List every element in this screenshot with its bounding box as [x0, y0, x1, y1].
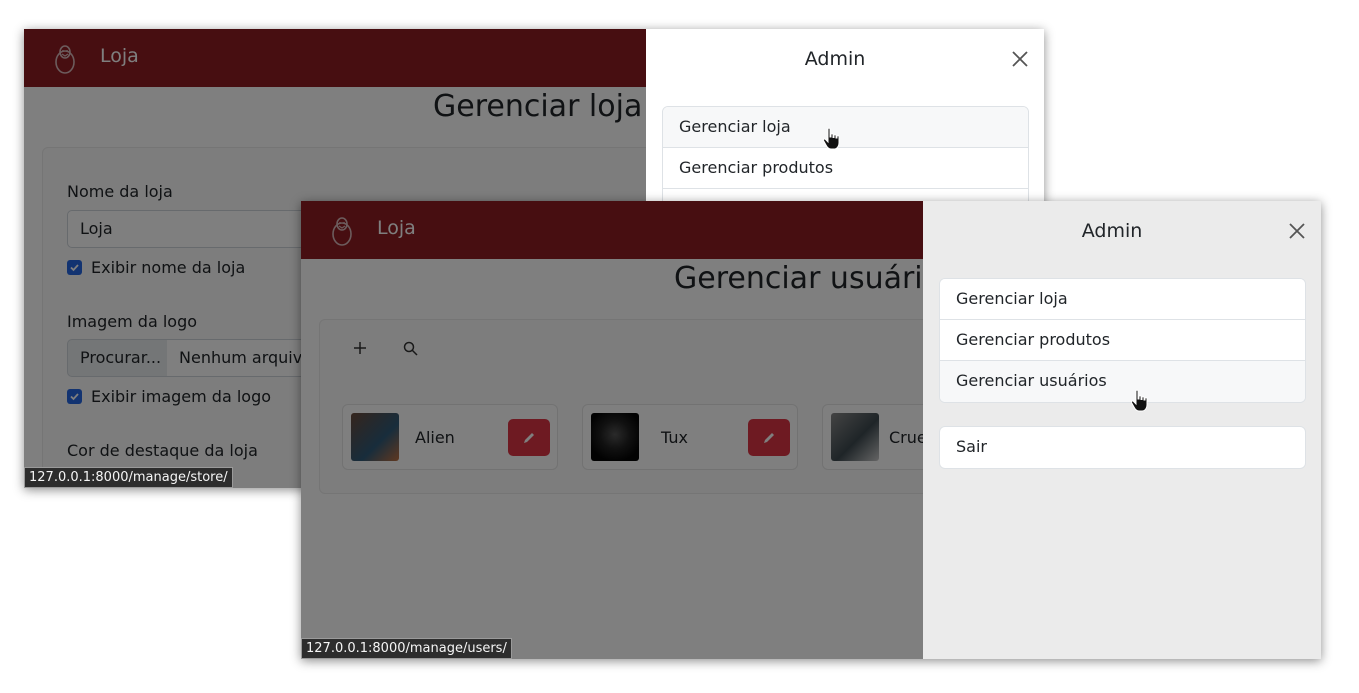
offcanvas-title: Admin — [1081, 220, 1143, 242]
menu-item-manage-products[interactable]: Gerenciar produtos — [940, 320, 1305, 361]
logout-menu: Sair — [939, 426, 1306, 469]
menu-item-manage-products[interactable]: Gerenciar produtos — [663, 148, 1028, 189]
menu-item-manage-store[interactable]: Gerenciar loja — [940, 279, 1305, 320]
status-url: 127.0.0.1:8000/manage/users/ — [301, 638, 512, 659]
users-window: Loja Gerenciar usuário Alien Tux Crue — [301, 201, 1321, 659]
close-icon[interactable] — [1287, 221, 1307, 241]
logout-item[interactable]: Sair — [940, 427, 1305, 468]
hand-cursor-icon — [822, 127, 840, 150]
menu-item-manage-users[interactable]: Gerenciar usuários — [940, 361, 1305, 402]
status-url: 127.0.0.1:8000/manage/store/ — [24, 467, 233, 488]
menu-item-manage-store[interactable]: Gerenciar loja — [663, 107, 1028, 148]
offcanvas-title: Admin — [804, 48, 866, 70]
hand-cursor-icon — [1130, 389, 1148, 412]
admin-offcanvas: Admin Gerenciar loja Gerenciar produtos … — [923, 201, 1321, 659]
admin-menu: Gerenciar loja Gerenciar produtos Gerenc… — [939, 278, 1306, 403]
close-icon[interactable] — [1010, 49, 1030, 69]
modal-backdrop[interactable] — [301, 201, 923, 659]
